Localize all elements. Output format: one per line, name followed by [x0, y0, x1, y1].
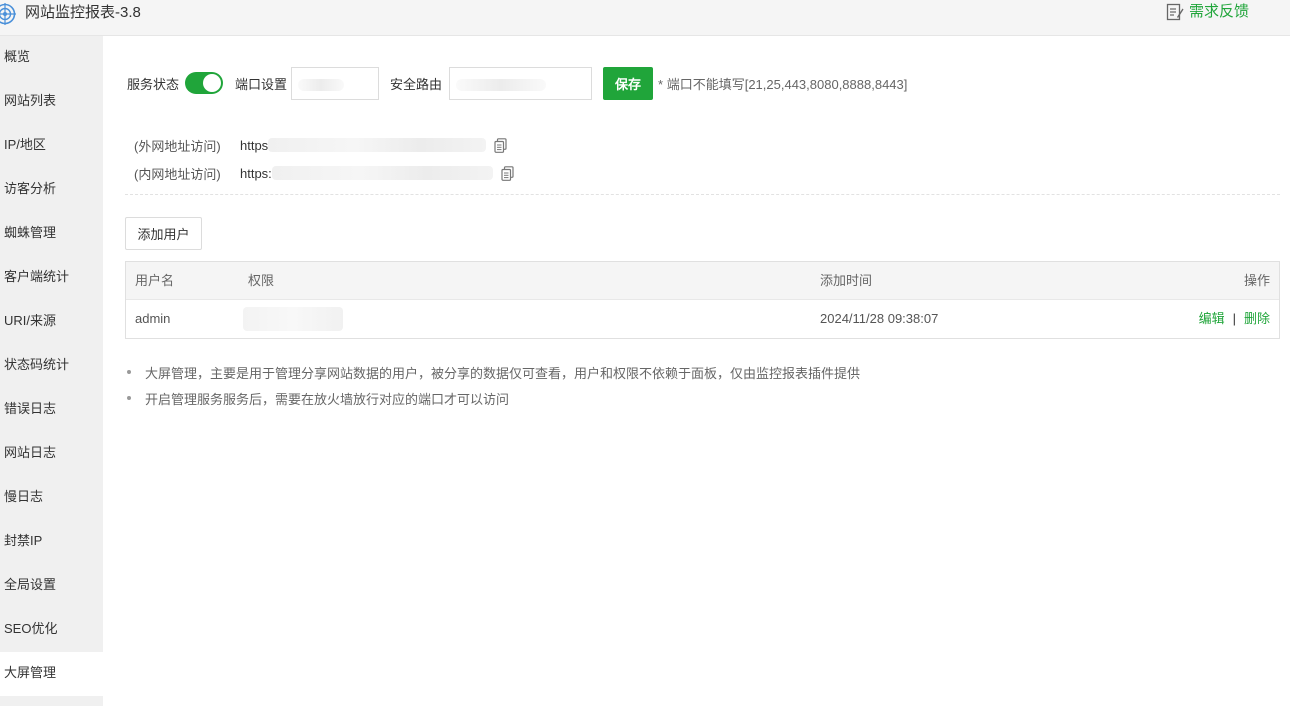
action-separator: |	[1232, 311, 1236, 326]
table-header: 用户名 权限 添加时间 操作	[126, 262, 1279, 300]
help-notes: 大屏管理，主要是用于管理分享网站数据的用户，被分享的数据仅可查看，用户和权限不依…	[125, 359, 860, 411]
bullet-dot	[127, 370, 131, 374]
sidebar-item-site-list[interactable]: 网站列表	[0, 80, 103, 124]
table-row: admin 2024/11/28 09:38:07 编辑 | 删除	[126, 300, 1279, 338]
note-text: 开启管理服务服务后，需要在放火墙放行对应的端口才可以访问	[145, 391, 510, 407]
edit-link[interactable]: 编辑	[1199, 311, 1225, 326]
title-bar: 网站监控报表-3.8 需求反馈	[0, 0, 1290, 36]
internal-url-row: (内网地址访问) https:	[134, 163, 514, 183]
route-value-redacted	[456, 78, 547, 91]
route-label: 安全路由	[390, 76, 443, 92]
cell-actions: 编辑 | 删除	[1199, 300, 1270, 338]
external-url-redacted	[268, 138, 487, 152]
section-divider	[125, 194, 1280, 195]
feedback-label: 需求反馈	[1189, 3, 1250, 20]
toggle-knob	[203, 74, 222, 92]
sidebar-item-overview[interactable]: 概览	[0, 36, 103, 80]
sidebar: 概览 网站列表 IP/地区 访客分析 蜘蛛管理 客户端统计 URI/来源 状态码…	[0, 36, 103, 706]
app-title: 网站监控报表-3.8	[25, 4, 141, 21]
sidebar-item-client-stats[interactable]: 客户端统计	[0, 256, 103, 300]
internal-url-redacted	[271, 166, 493, 180]
sidebar-item-status-code-stats[interactable]: 状态码统计	[0, 344, 103, 388]
edit-note-icon	[1166, 3, 1184, 21]
add-user-button[interactable]: 添加用户	[125, 217, 202, 250]
cell-username: admin	[135, 311, 171, 326]
port-note: * 端口不能填写[21,25,443,8080,8888,8443]	[658, 76, 908, 92]
internal-url-text: https:	[240, 165, 272, 181]
port-value-redacted	[298, 78, 345, 91]
main-panel: 服务状态 端口设置 安全路由 保存 * 端口不能填写[21,25,443,808…	[103, 36, 1290, 706]
bullet-dot	[127, 396, 131, 400]
feedback-button[interactable]: 需求反馈	[1166, 2, 1249, 22]
external-url-row: (外网地址访问) https	[134, 135, 507, 155]
delete-link[interactable]: 删除	[1244, 311, 1270, 326]
cell-permission-redacted	[243, 307, 343, 331]
sidebar-item-big-screen[interactable]: 大屏管理	[0, 652, 103, 696]
column-header-added-time: 添加时间	[820, 273, 873, 288]
column-header-username: 用户名	[135, 273, 175, 288]
service-settings-row: 服务状态 端口设置 安全路由 保存 * 端口不能填写[21,25,443,808…	[127, 66, 907, 100]
sidebar-item-slow-log[interactable]: 慢日志	[0, 476, 103, 520]
service-status-toggle[interactable]	[185, 72, 224, 94]
port-label: 端口设置	[235, 76, 288, 92]
list-item: 大屏管理，主要是用于管理分享网站数据的用户，被分享的数据仅可查看，用户和权限不依…	[125, 359, 860, 385]
internal-url-label: (内网地址访问)	[134, 166, 221, 182]
note-text: 大屏管理，主要是用于管理分享网站数据的用户，被分享的数据仅可查看，用户和权限不依…	[145, 365, 861, 381]
cell-added-time: 2024/11/28 09:38:07	[820, 311, 939, 326]
sidebar-item-seo[interactable]: SEO优化	[0, 608, 103, 652]
sidebar-item-spider-management[interactable]: 蜘蛛管理	[0, 212, 103, 256]
target-globe-icon	[0, 3, 16, 25]
copy-icon[interactable]	[501, 165, 514, 181]
sidebar-item-site-log[interactable]: 网站日志	[0, 432, 103, 476]
list-item: 开启管理服务服务后，需要在放火墙放行对应的端口才可以访问	[125, 385, 860, 411]
sidebar-item-ip-region[interactable]: IP/地区	[0, 124, 103, 168]
port-input[interactable]	[291, 66, 380, 100]
service-status-label: 服务状态	[127, 76, 180, 92]
copy-icon[interactable]	[494, 137, 507, 153]
sidebar-item-visitor-analysis[interactable]: 访客分析	[0, 168, 103, 212]
sidebar-item-banned-ip[interactable]: 封禁IP	[0, 520, 103, 564]
column-header-permission: 权限	[248, 273, 275, 288]
route-input[interactable]	[449, 66, 593, 100]
sidebar-item-error-log[interactable]: 错误日志	[0, 388, 103, 432]
sidebar-item-uri-source[interactable]: URI/来源	[0, 300, 103, 344]
external-url-text: https	[240, 137, 269, 153]
external-url-label: (外网地址访问)	[134, 138, 221, 154]
user-table: 用户名 权限 添加时间 操作 admin 2024/11/28 09:38:07…	[125, 261, 1280, 339]
sidebar-item-global-settings[interactable]: 全局设置	[0, 564, 103, 608]
column-header-actions: 操作	[1243, 273, 1270, 288]
save-button[interactable]: 保存	[603, 66, 654, 100]
